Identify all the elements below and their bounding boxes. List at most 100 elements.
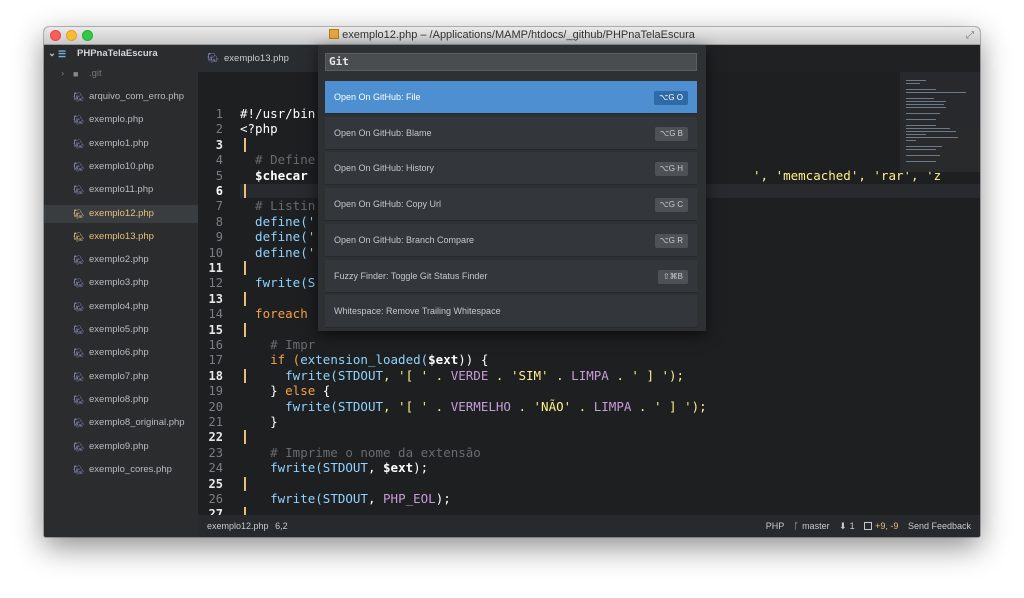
tree-file-item[interactable]: 🐘︎ exemplo.php xyxy=(44,111,198,129)
line-number: 3 xyxy=(215,137,223,152)
code-token: else xyxy=(285,383,316,399)
code-line[interactable]: <?php xyxy=(240,122,278,136)
code-line[interactable]: # Impr xyxy=(240,338,315,352)
code-line[interactable]: define(' xyxy=(240,214,315,229)
tree-file-item[interactable]: 🐘︎ exemplo8_original.php xyxy=(44,414,198,432)
code-token: $ext xyxy=(428,352,459,368)
code-token: STDOUT xyxy=(322,491,368,506)
code-line[interactable]: foreach xyxy=(240,307,308,321)
command-label: Whitespace: Remove Trailing Whitespace xyxy=(334,306,501,317)
tree-file-label: exemplo9.php xyxy=(89,440,149,452)
minimap[interactable] xyxy=(900,72,980,172)
tab-exemplo13[interactable]: 🐘︎ exemplo13.php xyxy=(198,45,320,72)
minimap-line xyxy=(906,104,944,105)
code-token: , '[ ' . xyxy=(383,367,451,383)
line-number: 13 xyxy=(208,291,223,306)
code-token: <?php xyxy=(240,121,278,137)
command-palette-item[interactable]: Open On GitHub: Copy Url ⌥G C xyxy=(325,188,697,222)
tree-file-item[interactable]: 🐘︎ exemplo_cores.php xyxy=(44,461,198,479)
tree-file-item[interactable]: 🐘︎ exemplo13.php xyxy=(44,228,198,246)
git-modified-marker xyxy=(244,184,246,198)
code-line[interactable]: if (extension_loaded($ext)) { xyxy=(240,353,488,367)
status-diff[interactable]: +9, -9 xyxy=(875,521,898,531)
line-number: 25 xyxy=(208,476,223,491)
code-line[interactable]: # Imprime o nome da extensão xyxy=(240,445,481,460)
git-modified-marker xyxy=(244,261,246,275)
tree-file-item[interactable]: 🐘︎ exemplo11.php xyxy=(44,181,198,199)
code-token: LIMPA xyxy=(593,398,632,414)
line-number: 18 xyxy=(208,368,223,383)
code-line[interactable]: # Listin xyxy=(240,199,315,213)
code-token: STDOUT xyxy=(337,398,383,414)
line-number: 21 xyxy=(208,415,223,429)
code-token: $ext xyxy=(383,460,414,476)
code-line[interactable]: } else { xyxy=(240,384,330,398)
code-line[interactable]: fwrite(STDOUT, PHP_EOL); xyxy=(240,492,451,506)
fullscreen-icon[interactable]: ⤢ xyxy=(966,30,974,41)
command-label: Open On GitHub: Blame xyxy=(334,127,432,138)
command-palette-item[interactable]: Whitespace: Remove Trailing Whitespace xyxy=(325,295,697,329)
folder-icon: ■ xyxy=(73,69,79,79)
line-number: 5 xyxy=(215,168,223,183)
send-feedback-link[interactable]: Send Feedback xyxy=(908,521,971,531)
tree-file-label: exemplo8_original.php xyxy=(89,417,185,429)
code-token: ); xyxy=(435,491,451,506)
line-number: 4 xyxy=(215,153,223,168)
git-modified-marker xyxy=(244,507,246,515)
code-line[interactable]: define(' xyxy=(240,245,315,260)
command-palette-item[interactable]: Fuzzy Finder: Toggle Git Status Finder ⇧⌘… xyxy=(325,259,697,293)
minimap-line xyxy=(906,92,966,93)
line-number: 2 xyxy=(215,122,223,137)
code-line[interactable]: fwrite(S xyxy=(240,276,315,290)
line-number: 12 xyxy=(208,276,223,291)
minimap-line xyxy=(906,119,936,120)
tree-file-item[interactable]: 🐘︎ exemplo3.php xyxy=(44,274,198,292)
code-token: . 'SIM' . xyxy=(488,367,572,383)
code-token: STDOUT xyxy=(322,460,368,476)
command-palette-item[interactable]: Open On GitHub: File ⌥G O xyxy=(325,81,697,114)
code-line[interactable]: fwrite(STDOUT, '[ ' . VERMELHO . 'NÃO' .… xyxy=(240,398,707,414)
minimap-line xyxy=(906,137,958,138)
tree-file-item[interactable]: 🐘︎ exemplo9.php xyxy=(44,438,198,456)
command-palette-input[interactable]: Git xyxy=(325,53,697,71)
line-number: 22 xyxy=(208,430,223,445)
tree-file-item[interactable]: 🐘︎ exemplo6.php xyxy=(44,344,198,362)
tree-project-root[interactable]: ⌄ ☰ PHPnaTelaEscura xyxy=(44,45,198,63)
tree-file-item[interactable]: 🐘︎ exemplo8.php xyxy=(44,391,198,409)
command-palette-item[interactable]: Open On GitHub: History ⌥G H xyxy=(325,152,697,186)
status-file-name[interactable]: exemplo12.php xyxy=(207,521,269,531)
line-number: 10 xyxy=(208,245,223,260)
code-line[interactable]: fwrite(STDOUT, $ext); xyxy=(240,461,428,475)
tree-file-item[interactable]: 🐘︎ exemplo10.php xyxy=(44,158,198,176)
git-modified-marker xyxy=(244,291,246,306)
tree-file-item[interactable]: 🐘︎ arquivo_com_erro.php xyxy=(44,88,198,106)
tree-file-item[interactable]: 🐘︎ exemplo5.php xyxy=(44,321,198,339)
minimap-line xyxy=(906,134,926,135)
line-number: 19 xyxy=(208,384,223,399)
line-number-gutter[interactable]: 1 2 3 4 5 6 7 8 9 10 11 12 13 14 15 16 17 18 19 20 21 22 23 24 2… xyxy=(198,72,240,515)
command-palette-item[interactable]: Open On GitHub: Blame ⌥G B xyxy=(325,116,697,150)
tree-file-item[interactable]: 🐘︎ exemplo7.php xyxy=(44,368,198,386)
status-branch[interactable]: master xyxy=(802,521,830,531)
tree-file-label: arquivo_com_erro.php xyxy=(89,91,185,102)
code-line[interactable]: $checar xyxy=(240,168,308,183)
minimap-line xyxy=(906,101,946,102)
tree-file-item[interactable]: 🐘︎ exemplo12.php xyxy=(44,204,198,223)
tree-folder-git[interactable]: › ■ .git xyxy=(44,65,198,83)
php-elephant-icon: 🐘︎ xyxy=(73,278,85,289)
code-token: # Impr xyxy=(240,337,316,352)
code-line[interactable]: fwrite(STDOUT, '[ ' . VERDE . 'SIM' . LI… xyxy=(240,367,684,383)
tree-file-item[interactable]: 🐘︎ exemplo1.php xyxy=(44,135,198,153)
tree-file-item[interactable]: 🐘︎ exemplo4.php xyxy=(44,298,198,316)
status-grammar[interactable]: PHP xyxy=(766,521,784,531)
command-palette-item[interactable]: Open On GitHub: Branch Compare ⌥G R xyxy=(325,223,697,257)
code-line[interactable]: define(' xyxy=(240,230,315,244)
status-cursor-position[interactable]: 6,2 xyxy=(275,521,288,531)
code-line[interactable]: #!/usr/bin xyxy=(240,107,315,121)
tree-file-label: exemplo11.php xyxy=(89,184,154,196)
code-line[interactable]: # Define xyxy=(240,153,315,167)
keyboard-shortcut-badge: ⌥G C xyxy=(654,198,688,213)
code-line[interactable]: } xyxy=(240,415,278,429)
line-number: 27 xyxy=(208,507,223,515)
tree-file-item[interactable]: 🐘︎ exemplo2.php xyxy=(44,251,198,269)
